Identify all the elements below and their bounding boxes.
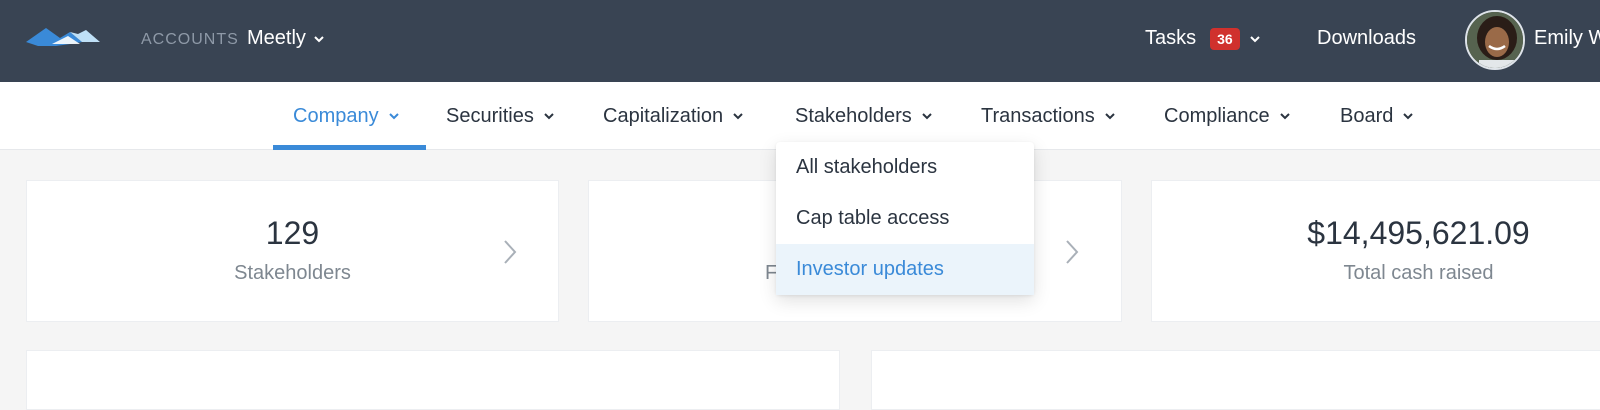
active-tab-indicator [273, 145, 426, 150]
chevron-down-icon [733, 113, 743, 120]
user-photo-icon [1467, 12, 1523, 68]
account-switcher[interactable]: Meetly [247, 27, 326, 50]
nav-board[interactable]: Board [1340, 82, 1415, 150]
account-name: Meetly [247, 27, 306, 49]
tasks-label: Tasks [1145, 27, 1197, 49]
nav-label: Company [293, 104, 379, 127]
content-panel-left [26, 350, 840, 410]
tasks-menu[interactable]: Tasks 36 [1145, 27, 1262, 50]
downloads-link[interactable]: Downloads [1317, 27, 1416, 50]
chevron-down-icon [1249, 35, 1260, 42]
mountain-logo-icon[interactable] [26, 24, 100, 48]
nav-label: Securities [446, 104, 534, 127]
chevron-down-icon [544, 113, 554, 120]
accounts-label: ACCOUNTS [141, 31, 239, 48]
nav-label: Board [1340, 104, 1394, 127]
stakeholders-dropdown: All stakeholders Cap table access Invest… [776, 142, 1034, 295]
chevron-down-icon [1105, 113, 1115, 120]
tasks-count-badge: 36 [1210, 27, 1240, 50]
nav-transactions[interactable]: Transactions [981, 82, 1117, 150]
menu-item-investor-updates[interactable]: Investor updates [776, 244, 1034, 295]
chevron-down-icon [1279, 113, 1290, 120]
chevron-down-icon [388, 113, 399, 120]
nav-label: Transactions [981, 104, 1095, 127]
nav-capitalization[interactable]: Capitalization [603, 82, 745, 150]
user-name[interactable]: Emily W [1534, 27, 1600, 50]
chevron-down-icon [922, 113, 932, 120]
content-panel-right [871, 350, 1600, 410]
nav-label: Capitalization [603, 104, 724, 127]
avatar[interactable] [1465, 10, 1525, 70]
nav-label: Stakeholders [795, 104, 912, 127]
nav-securities[interactable]: Securities [446, 82, 556, 150]
nav-stakeholders[interactable]: Stakeholders [795, 82, 934, 150]
chevron-right-icon[interactable] [1063, 238, 1081, 266]
menu-item-cap-table-access[interactable]: Cap table access [776, 193, 1034, 244]
card-label: Stakeholders [234, 262, 351, 284]
chevron-down-icon [1403, 113, 1414, 120]
nav-company[interactable]: Company [293, 82, 401, 150]
stakeholders-card[interactable]: 129 Stakeholders [26, 180, 559, 322]
card-value: $14,495,621.09 [1307, 215, 1530, 251]
card-value: 129 [265, 215, 320, 251]
card-label: Total cash raised [1343, 262, 1494, 284]
chevron-down-icon [314, 35, 324, 42]
menu-item-all-stakeholders[interactable]: All stakeholders [776, 142, 1034, 193]
nav-compliance[interactable]: Compliance [1164, 82, 1292, 150]
main-nav: Company Securities Capitalization Stakeh… [0, 82, 1600, 150]
top-bar: ACCOUNTS Meetly Tasks 36 Downloads Emily… [0, 0, 1600, 82]
nav-label: Compliance [1164, 104, 1270, 127]
chevron-right-icon[interactable] [501, 238, 519, 266]
cash-raised-card[interactable]: $14,495,621.09 Total cash raised [1151, 180, 1600, 322]
